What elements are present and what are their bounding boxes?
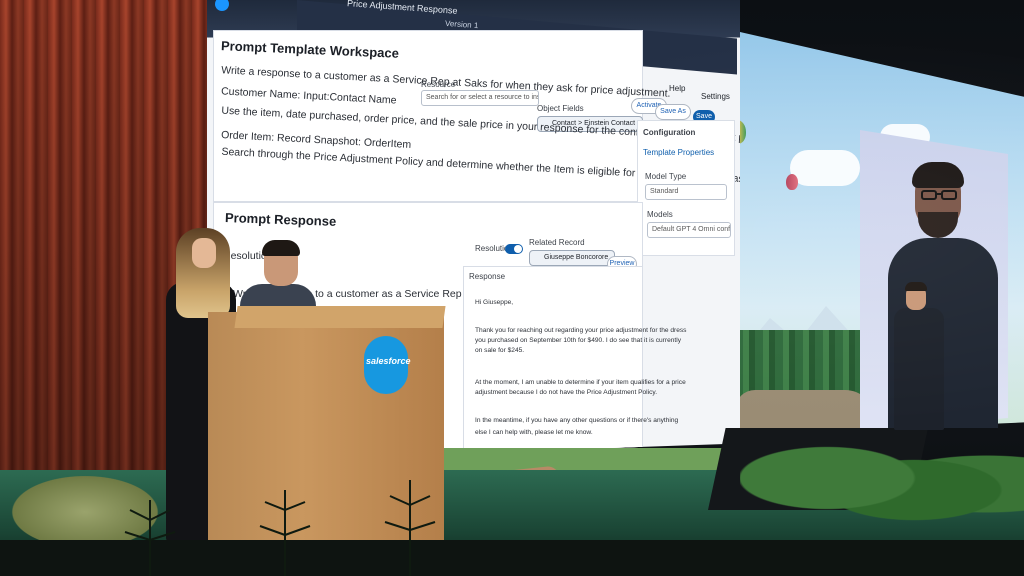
presenter-video-hair — [912, 162, 964, 188]
response-line: Hi Giuseppe, — [475, 299, 514, 306]
models-select[interactable]: Default GPT 4 Omni configured — [647, 222, 731, 238]
response-line: In the meantime, if you have any other q… — [475, 417, 679, 424]
salesforce-logo-text: salesforce — [366, 356, 411, 366]
models-label: Models — [647, 210, 673, 219]
hot-air-balloon — [786, 174, 798, 190]
settings-link[interactable]: Settings — [701, 92, 730, 101]
presenter-woman-face — [192, 238, 216, 268]
response-line: At the moment, I am unable to determine … — [475, 379, 686, 386]
fern-silhouettes — [124, 480, 436, 576]
model-type-label: Model Type — [645, 172, 687, 181]
response-line: on sale for $245. — [475, 347, 525, 354]
rocks — [735, 390, 875, 430]
model-type-select[interactable]: Standard — [645, 184, 727, 200]
response-line: Thank you for reaching out regarding you… — [475, 327, 687, 334]
resolution-toggle[interactable] — [505, 244, 523, 254]
response-heading: Response — [469, 272, 506, 281]
tab-template-properties[interactable]: Template Properties — [643, 148, 714, 157]
save-as-button[interactable]: Save As — [655, 104, 691, 120]
related-record-chip[interactable]: Giuseppe Boncorore — [529, 250, 615, 266]
cloud — [790, 150, 860, 186]
glasses-icon — [921, 190, 957, 200]
stage-plants — [740, 430, 1024, 550]
resource-search-input[interactable]: Search for or select a resource to inser… — [421, 90, 539, 106]
related-record-label: Related Record — [529, 238, 585, 247]
response-line: you purchased on September 10th for $490… — [475, 337, 681, 344]
presenter-body — [894, 308, 944, 430]
presenter-man-hair — [262, 240, 300, 256]
configuration-title: Configuration — [643, 128, 696, 137]
object-fields-label: Object Fields — [537, 104, 584, 113]
help-link[interactable]: Help — [669, 84, 685, 93]
presenter-hair — [905, 282, 927, 291]
response-line: else I can help with, please let me know… — [475, 429, 593, 436]
response-line: adjustment because I do not have the Pri… — [475, 389, 658, 396]
podium-top — [234, 306, 446, 328]
